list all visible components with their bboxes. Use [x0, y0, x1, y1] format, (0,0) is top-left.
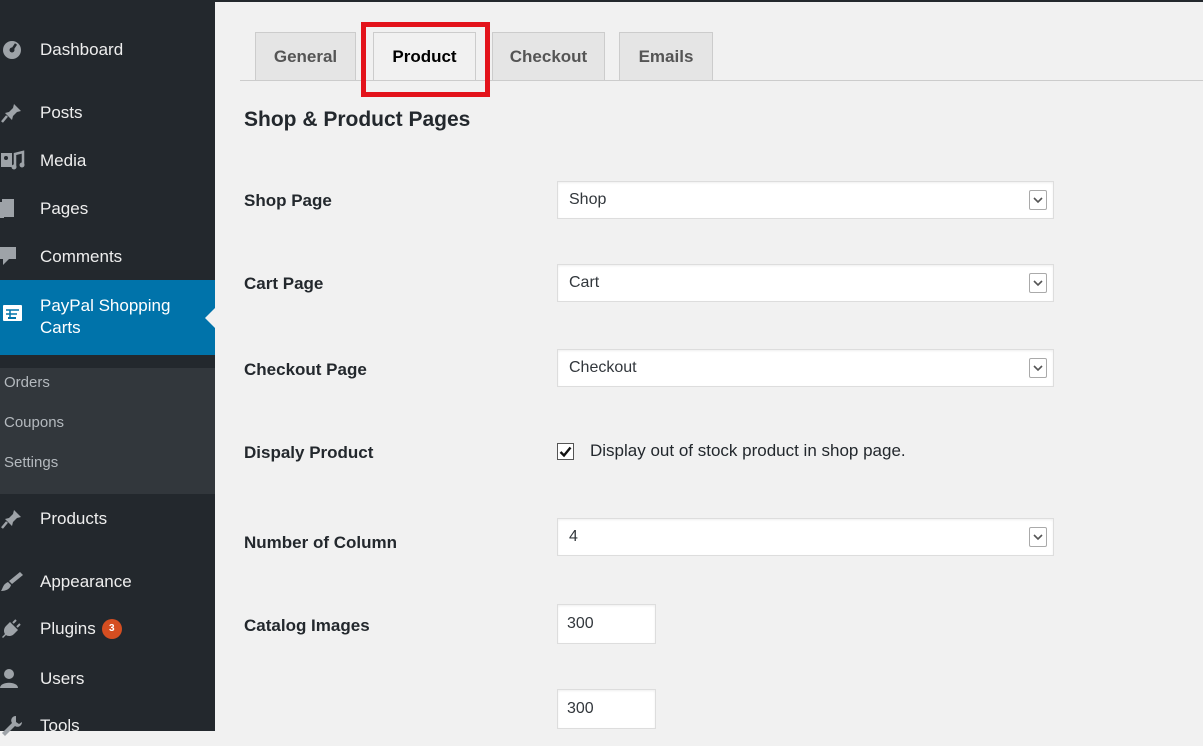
select-value: Shop — [569, 191, 607, 208]
submenu-item-coupons[interactable]: Coupons — [4, 414, 64, 431]
plugins-label: Plugins — [40, 618, 96, 638]
sidebar-item-paypal-shopping-carts[interactable]: PayPal Shopping Carts — [0, 280, 215, 355]
sidebar-item-media[interactable]: Media — [0, 141, 215, 181]
number-of-column-select[interactable]: 4 — [557, 518, 1054, 556]
sidebar-item-label: Dashboard — [40, 40, 124, 59]
tab-emails[interactable]: Emails — [619, 32, 713, 80]
tab-checkout[interactable]: Checkout — [492, 32, 605, 80]
dashboard-icon — [3, 41, 21, 59]
sidebar-item-label: Products — [40, 509, 108, 528]
plugins-update-badge: 3 — [101, 619, 122, 640]
checkout-page-select[interactable]: Checkout — [557, 349, 1054, 387]
pin-icon — [1, 510, 21, 529]
sidebar-item-label: PayPal Shopping Carts — [40, 295, 170, 339]
select-value: Checkout — [569, 359, 637, 376]
display-product-label: Dispaly Product — [244, 443, 374, 462]
submenu-item-settings[interactable]: Settings — [4, 454, 58, 471]
cart-icon — [3, 305, 22, 321]
section-title: Shop & Product Pages — [244, 108, 471, 131]
sidebar-item-tools[interactable]: Tools — [0, 706, 215, 746]
sidebar-item-comments[interactable]: Comments — [0, 237, 215, 277]
chevron-down-icon — [1029, 527, 1047, 547]
sidebar-item-label: Media — [40, 151, 87, 170]
admin-sidebar: Dashboard Posts Media Pages Comments Pay… — [0, 0, 215, 736]
tab-general[interactable]: General — [255, 32, 356, 80]
cart-page-select[interactable]: Cart — [557, 264, 1054, 302]
wrench-icon — [2, 716, 22, 736]
sidebar-item-label: Plugins 3 — [40, 619, 122, 640]
sidebar-item-label: Tools — [40, 716, 80, 735]
display-out-of-stock-text: Display out of stock product in shop pag… — [590, 441, 906, 460]
sidebar-item-label: Appearance — [40, 572, 132, 591]
shop-page-select[interactable]: Shop — [557, 181, 1054, 219]
chevron-down-icon — [1029, 358, 1047, 378]
pin-icon — [1, 104, 21, 123]
select-value: Cart — [569, 274, 600, 291]
sidebar-item-users[interactable]: Users — [0, 659, 215, 699]
sidebar-item-posts[interactable]: Posts — [0, 93, 215, 133]
chevron-down-icon — [1029, 273, 1047, 293]
catalog-image-height-input[interactable]: 300 — [557, 689, 656, 729]
checkmark-icon — [559, 446, 572, 458]
media-icon — [1, 150, 25, 170]
sidebar-item-products[interactable]: Products — [0, 499, 215, 539]
catalog-image-width-input[interactable]: 300 — [557, 604, 656, 644]
catalog-images-label: Catalog Images — [244, 616, 370, 635]
select-value: 4 — [569, 528, 578, 545]
plug-icon — [2, 619, 21, 638]
paypal-label-line1: PayPal Shopping — [40, 296, 171, 315]
cart-page-label: Cart Page — [244, 274, 324, 293]
user-icon — [0, 669, 18, 688]
number-of-column-label: Number of Column — [244, 533, 397, 552]
sidebar-item-plugins[interactable]: Plugins 3 — [0, 609, 215, 649]
comment-icon — [0, 247, 16, 265]
paypal-label-line2: Carts — [40, 318, 81, 337]
pages-icon — [0, 199, 14, 218]
display-out-of-stock-checkbox[interactable] — [557, 443, 574, 460]
sidebar-item-pages[interactable]: Pages — [0, 189, 215, 229]
checkout-page-label: Checkout Page — [244, 360, 367, 379]
shop-page-label: Shop Page — [244, 191, 332, 210]
sidebar-item-label: Pages — [40, 199, 89, 218]
product-tab-highlight — [361, 22, 490, 97]
submenu-item-orders[interactable]: Orders — [4, 374, 50, 391]
sidebar-item-label: Users — [40, 669, 85, 688]
sidebar-item-dashboard[interactable]: Dashboard — [0, 30, 215, 70]
paypal-submenu: Orders Coupons Settings — [0, 368, 215, 494]
sidebar-item-appearance[interactable]: Appearance — [0, 562, 215, 602]
sidebar-item-label: Posts — [40, 103, 83, 122]
chevron-down-icon — [1029, 190, 1047, 210]
sidebar-item-label: Comments — [40, 247, 123, 266]
paintbrush-icon — [1, 572, 23, 591]
